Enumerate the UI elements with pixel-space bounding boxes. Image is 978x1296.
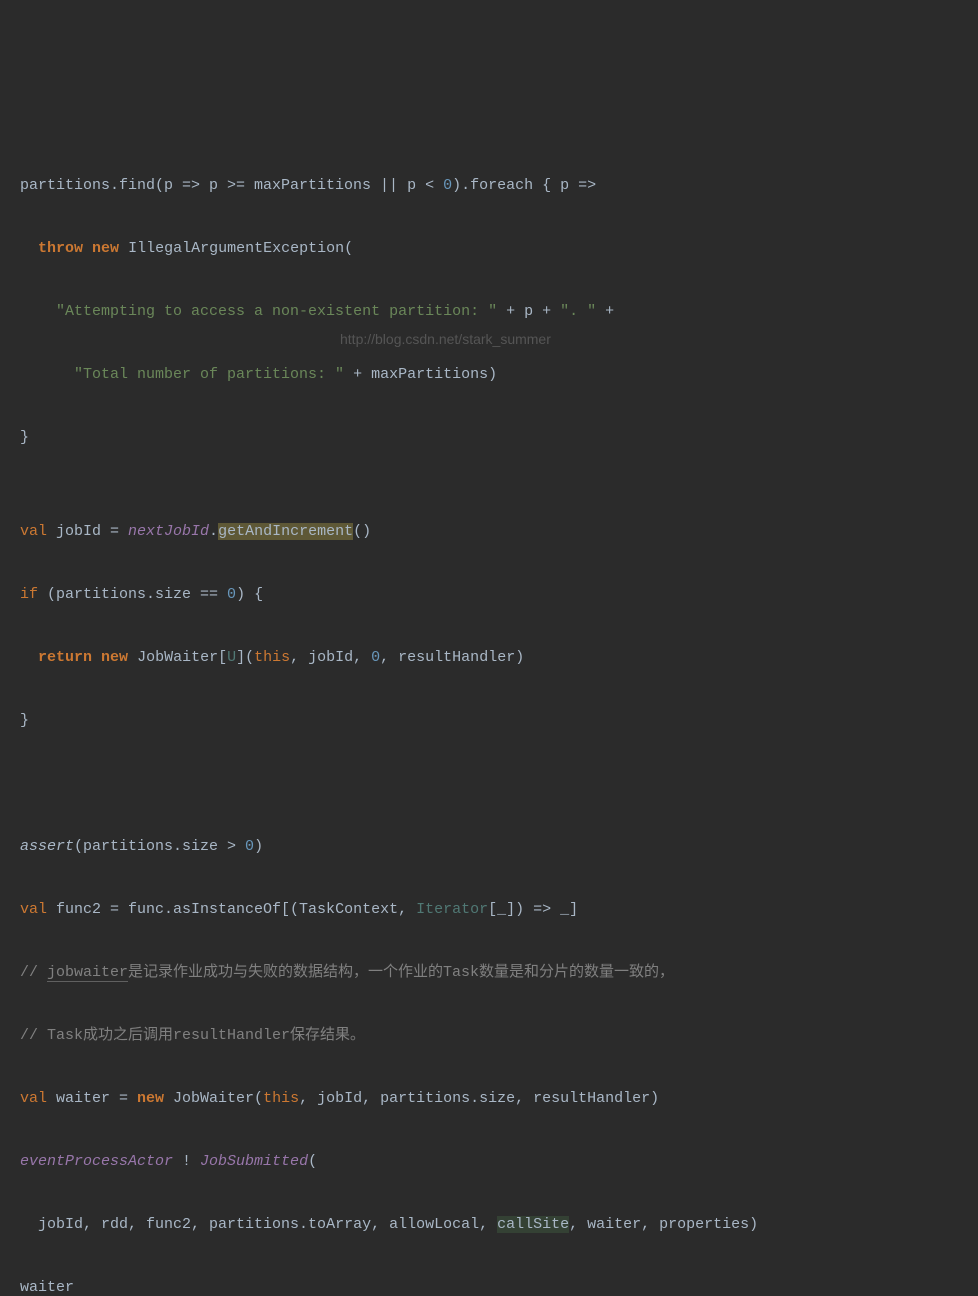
watermark: http://blog.csdn.net/stark_summer xyxy=(340,325,551,354)
code-line: } xyxy=(20,705,958,737)
code-line: assert(partitions.size > 0) xyxy=(20,831,958,863)
code-line: "Attempting to access a non-existent par… xyxy=(20,296,958,328)
code-line: val func2 = func.asInstanceOf[(TaskConte… xyxy=(20,894,958,926)
code-editor[interactable]: partitions.find(p => p >= maxPartitions … xyxy=(20,138,958,1296)
code-line: return new JobWaiter[U](this, jobId, 0, … xyxy=(20,642,958,674)
code-line: } xyxy=(20,422,958,454)
code-line: if (partitions.size == 0) { xyxy=(20,579,958,611)
code-line: jobId, rdd, func2, partitions.toArray, a… xyxy=(20,1209,958,1241)
code-line: // jobwaiter是记录作业成功与失败的数据结构，一个作业的Task数量是… xyxy=(20,957,958,989)
highlighted-method: getAndIncrement xyxy=(218,523,353,540)
code-line: throw new IllegalArgumentException( xyxy=(20,233,958,265)
code-line: "Total number of partitions: " + maxPart… xyxy=(20,359,958,391)
code-line: val waiter = new JobWaiter(this, jobId, … xyxy=(20,1083,958,1115)
code-line: // Task成功之后调用resultHandler保存结果。 xyxy=(20,1020,958,1052)
code-line: eventProcessActor ! JobSubmitted( xyxy=(20,1146,958,1178)
code-line: waiter xyxy=(20,1272,958,1296)
code-line: partitions.find(p => p >= maxPartitions … xyxy=(20,170,958,202)
highlighted-param: callSite xyxy=(497,1216,569,1233)
code-line: val jobId = nextJobId.getAndIncrement() xyxy=(20,516,958,548)
